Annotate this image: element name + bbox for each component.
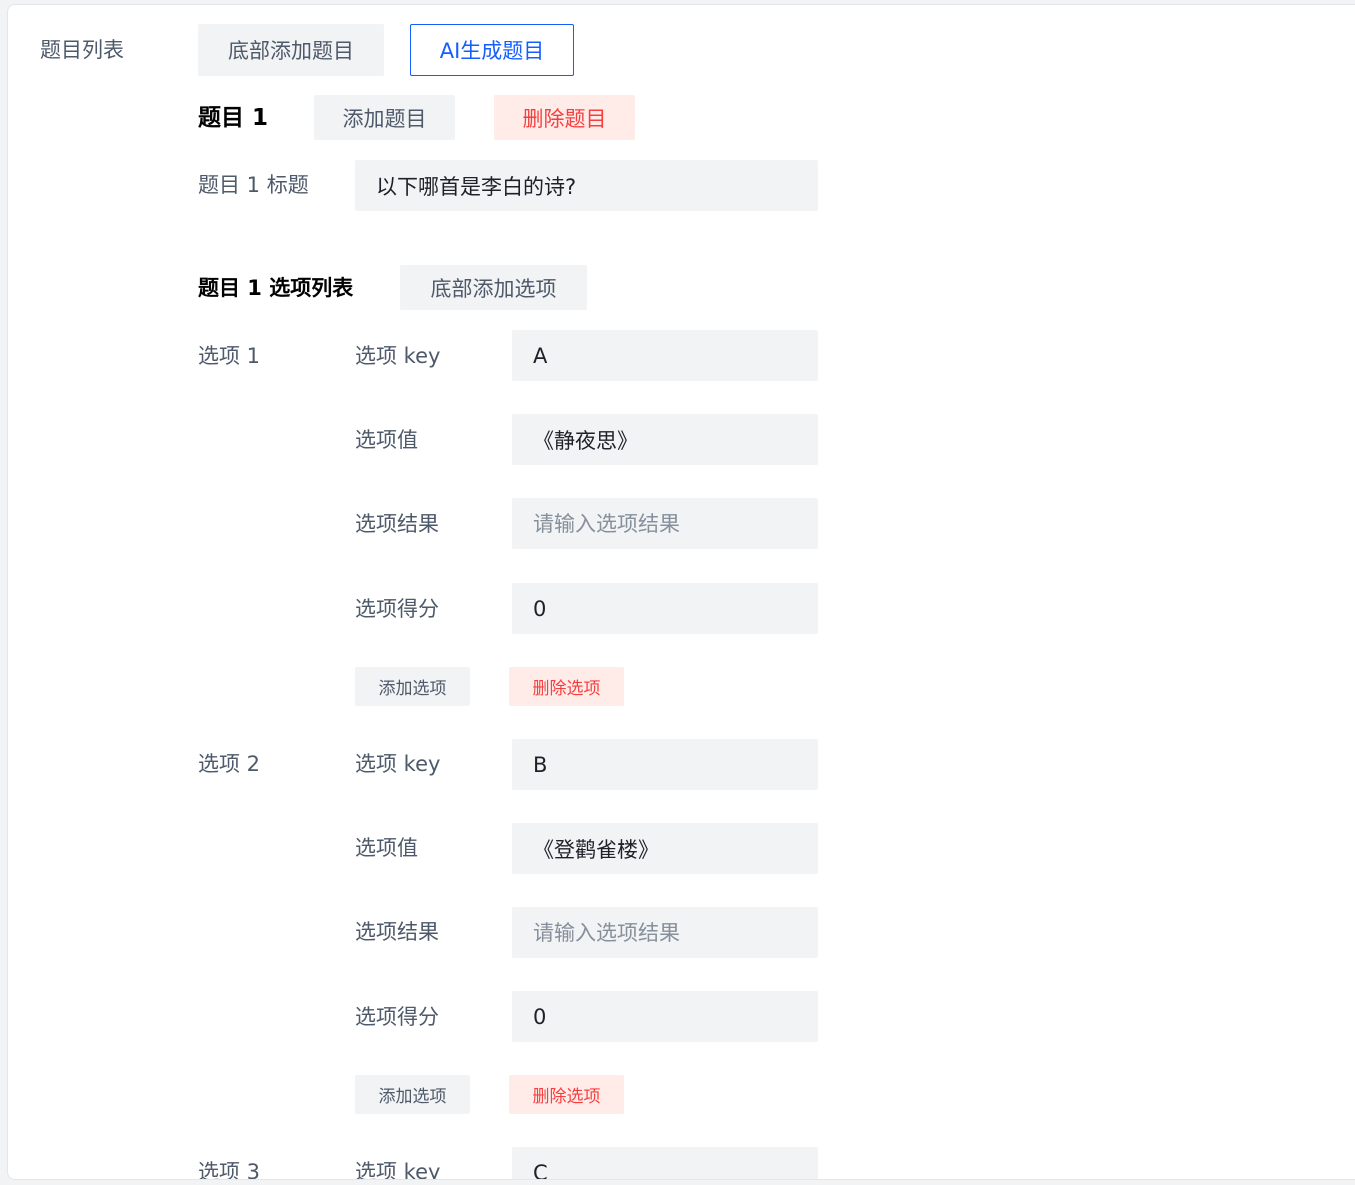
add-option-button[interactable]: 添加选项 (355, 667, 470, 706)
options-list-heading: 题目 1 选项列表 (198, 276, 354, 300)
option-value-label: 选项值 (355, 428, 418, 452)
option-score-label: 选项得分 (355, 597, 439, 621)
option-value-input[interactable] (512, 414, 818, 465)
option-key-input[interactable] (512, 1147, 818, 1179)
add-question-button[interactable]: 添加题目 (314, 95, 455, 140)
question-title-input[interactable] (355, 160, 818, 211)
question-list-label: 题目列表 (40, 38, 124, 62)
option-score-input[interactable] (512, 583, 818, 634)
option-result-input[interactable] (512, 907, 818, 958)
option-label: 选项 3 (198, 1160, 261, 1180)
question-heading: 题目 1 (198, 105, 269, 131)
option-score-input[interactable] (512, 991, 818, 1042)
option-result-label: 选项结果 (355, 920, 439, 944)
option-key-label: 选项 key (355, 344, 441, 368)
delete-option-button[interactable]: 删除选项 (509, 667, 624, 706)
add-question-bottom-button[interactable]: 底部添加题目 (198, 24, 384, 76)
option-score-label: 选项得分 (355, 1005, 439, 1029)
option-label: 选项 1 (198, 344, 261, 368)
option-key-label: 选项 key (355, 1160, 441, 1180)
option-key-label: 选项 key (355, 752, 441, 776)
option-result-input[interactable] (512, 498, 818, 549)
option-label: 选项 2 (198, 752, 261, 776)
delete-option-button[interactable]: 删除选项 (509, 1075, 624, 1114)
delete-question-button[interactable]: 删除题目 (494, 95, 635, 140)
add-option-bottom-button[interactable]: 底部添加选项 (400, 265, 587, 310)
option-value-label: 选项值 (355, 836, 418, 860)
option-result-label: 选项结果 (355, 512, 439, 536)
question-title-label: 题目 1 标题 (198, 173, 309, 197)
question-editor-panel: 题目列表 底部添加题目 AI生成题目 题目 1 添加题目 删除题目 题目 1 标… (7, 4, 1355, 1180)
option-key-input[interactable] (512, 739, 818, 790)
option-key-input[interactable] (512, 330, 818, 381)
ai-generate-questions-button[interactable]: AI生成题目 (410, 24, 574, 76)
add-option-button[interactable]: 添加选项 (355, 1075, 470, 1114)
option-value-input[interactable] (512, 823, 818, 874)
